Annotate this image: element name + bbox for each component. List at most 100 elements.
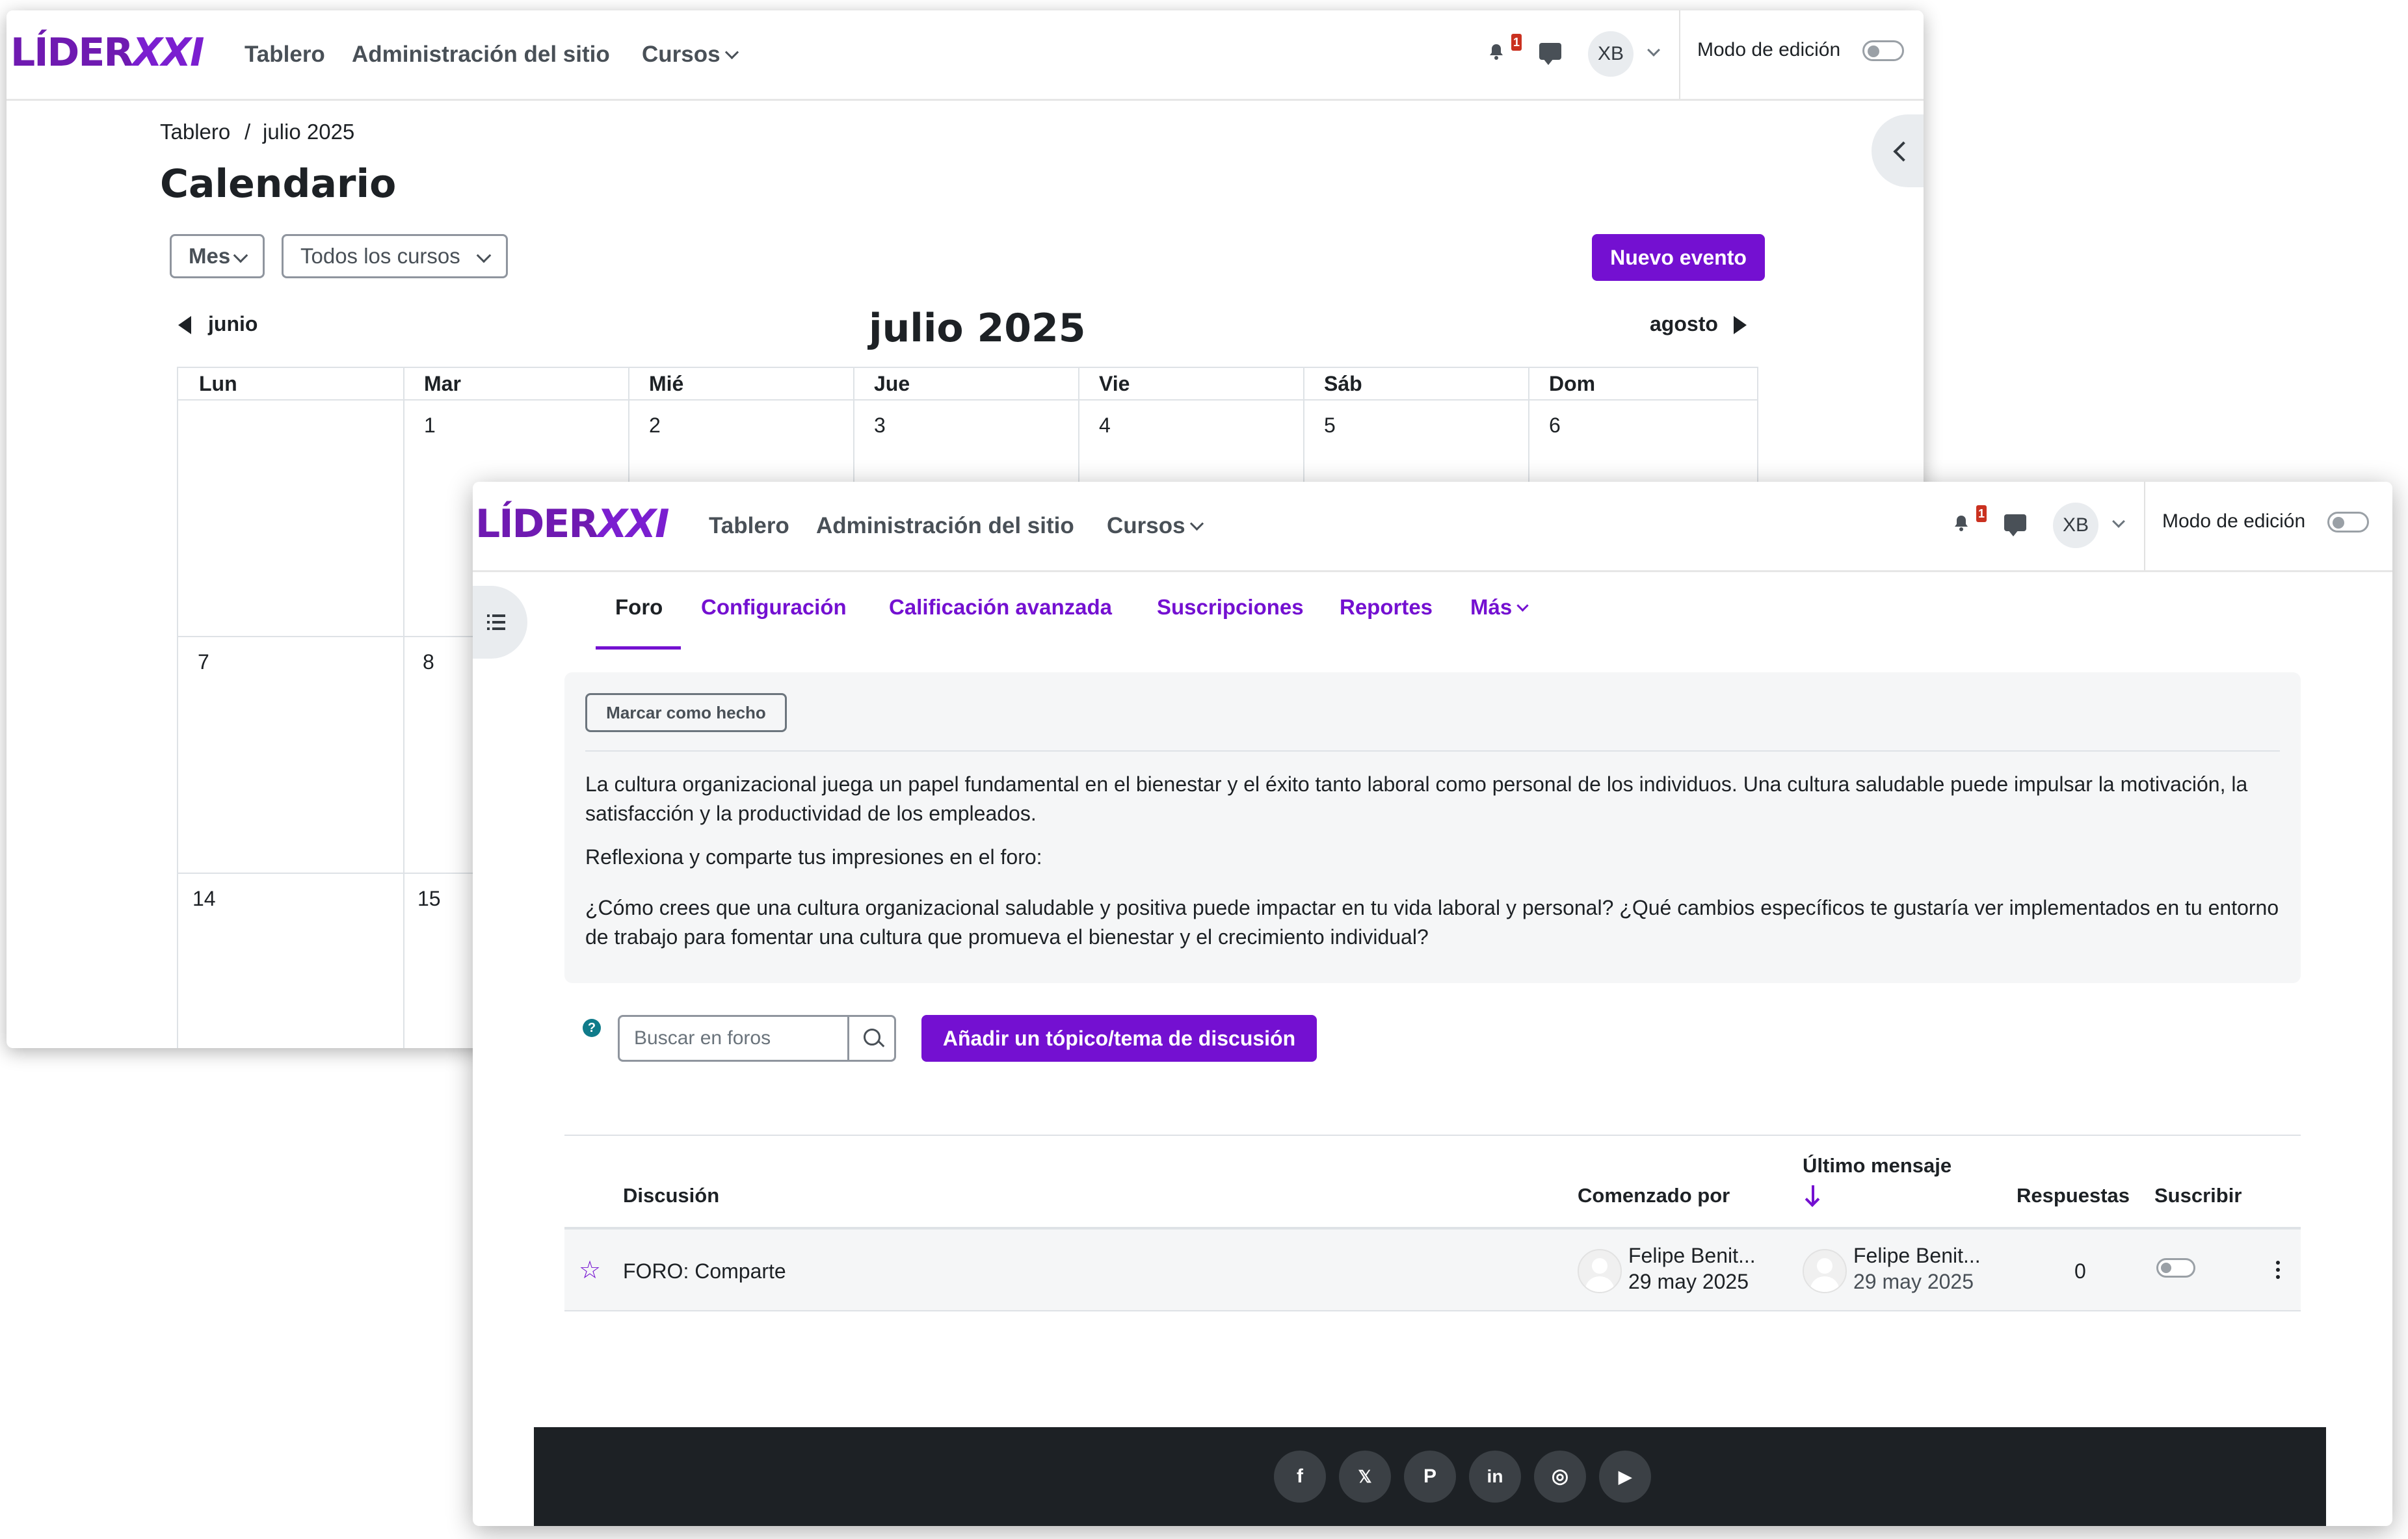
- intro-paragraph: Reflexiona y comparte tus impresiones en…: [585, 845, 1042, 869]
- youtube-icon[interactable]: ▶: [1599, 1451, 1651, 1503]
- weekday-header: Lun: [199, 372, 237, 395]
- table-row[interactable]: ☆ FORO: Comparte Felipe Benit... 29 may …: [564, 1230, 2301, 1310]
- search-input[interactable]: Buscar en foros: [618, 1015, 849, 1062]
- chat-icon[interactable]: [2004, 514, 2026, 536]
- tab-foro[interactable]: Foro: [615, 595, 663, 620]
- tab-reportes[interactable]: Reportes: [1340, 595, 1433, 620]
- chevron-down-icon[interactable]: [1647, 44, 1660, 57]
- nav-link-tablero[interactable]: Tablero: [245, 42, 325, 68]
- breadcrumb-current: julio 2025: [263, 120, 355, 144]
- weekday-header: Dom: [1549, 372, 1596, 395]
- edit-mode-label: Modo de edición: [2162, 510, 2306, 532]
- intro-divider: [585, 750, 2280, 752]
- calendar-day[interactable]: 4: [1099, 414, 1111, 438]
- weekday-header: Mar: [424, 372, 461, 395]
- next-month-arrow-icon[interactable]: [1734, 316, 1747, 334]
- edit-mode-toggle[interactable]: [2327, 512, 2369, 533]
- calendar-day[interactable]: 2: [649, 414, 661, 438]
- calendar-day[interactable]: 1: [424, 414, 436, 438]
- last-post-date[interactable]: 29 may 2025: [1853, 1270, 1974, 1294]
- search-button[interactable]: [849, 1015, 896, 1062]
- view-select[interactable]: Mes: [170, 234, 265, 278]
- chevron-down-icon: [476, 248, 492, 263]
- tab-mas[interactable]: Más: [1470, 595, 1529, 620]
- navbar: LÍDERXXI Tablero Administración del siti…: [473, 482, 2392, 572]
- add-topic-button[interactable]: Añadir un tópico/tema de discusión: [921, 1015, 1317, 1062]
- table-row-divider: [564, 1310, 2301, 1311]
- x-icon[interactable]: 𝕏: [1339, 1451, 1391, 1503]
- view-select-value: Mes: [189, 244, 231, 268]
- calendar-day[interactable]: 5: [1324, 414, 1336, 438]
- nav-link-tablero[interactable]: Tablero: [709, 513, 789, 539]
- calendar-day[interactable]: 6: [1549, 414, 1561, 438]
- calendar-day[interactable]: 7: [198, 650, 209, 674]
- chat-icon[interactable]: [1539, 43, 1561, 65]
- subscribe-toggle[interactable]: [2156, 1258, 2195, 1278]
- tab-configuracion[interactable]: Configuración: [701, 595, 847, 620]
- calendar-day[interactable]: 3: [874, 414, 886, 438]
- edit-mode-toggle[interactable]: [1862, 40, 1904, 61]
- started-by-name[interactable]: Felipe Benit...: [1628, 1244, 1756, 1268]
- navbar-divider: [2144, 482, 2145, 570]
- started-by-date: 29 may 2025: [1628, 1270, 1749, 1293]
- calendar-day[interactable]: 8: [423, 650, 434, 674]
- site-logo[interactable]: LÍDERXXI: [10, 30, 204, 75]
- chevron-left-icon: [1893, 141, 1914, 162]
- calendar-day[interactable]: 14: [192, 887, 216, 911]
- page-title: Calendario: [160, 161, 397, 207]
- pinterest-icon[interactable]: P: [1404, 1451, 1456, 1503]
- chevron-down-icon: [1516, 599, 1529, 612]
- last-post-name[interactable]: Felipe Benit...: [1853, 1244, 1981, 1268]
- site-logo[interactable]: LÍDERXXI: [475, 501, 669, 547]
- bell-icon[interactable]: [1953, 514, 1970, 531]
- col-header-discussion[interactable]: Discusión: [623, 1184, 719, 1207]
- col-header-subscribe: Suscribir: [2154, 1184, 2242, 1207]
- new-event-button[interactable]: Nuevo evento: [1592, 234, 1765, 281]
- search-icon: [864, 1029, 880, 1046]
- sort-desc-arrow-icon[interactable]: [1812, 1185, 1814, 1204]
- notification-badge: 1: [1511, 34, 1522, 51]
- nav-link-courses[interactable]: Cursos: [1107, 513, 1204, 539]
- nav-link-admin[interactable]: Administración del sitio: [816, 513, 1074, 539]
- help-icon[interactable]: ?: [583, 1019, 601, 1037]
- replies-count[interactable]: 0: [2074, 1259, 2086, 1283]
- edit-mode-label: Modo de edición: [1697, 39, 1841, 60]
- calendar-day[interactable]: 15: [417, 887, 441, 911]
- more-options-icon[interactable]: [2276, 1261, 2280, 1282]
- course-index-toggle[interactable]: [473, 586, 527, 659]
- block-drawer-toggle[interactable]: [1872, 114, 1924, 187]
- chevron-down-icon[interactable]: [2112, 515, 2125, 528]
- user-avatar[interactable]: XB: [1588, 31, 1634, 77]
- breadcrumb-tablero[interactable]: Tablero: [160, 120, 230, 144]
- list-icon: [487, 614, 505, 630]
- col-header-replies[interactable]: Respuestas: [2017, 1184, 2130, 1207]
- chevron-down-icon: [724, 45, 739, 60]
- nav-link-admin[interactable]: Administración del sitio: [352, 42, 610, 68]
- discussion-title[interactable]: FORO: Comparte: [623, 1259, 786, 1283]
- linkedin-icon[interactable]: in: [1469, 1451, 1521, 1503]
- forum-intro: Marcar como hecho La cultura organizacio…: [564, 672, 2301, 983]
- avatar: [1803, 1249, 1847, 1293]
- navbar-divider: [1679, 10, 1680, 99]
- mark-done-button[interactable]: Marcar como hecho: [585, 693, 787, 732]
- star-icon[interactable]: ☆: [579, 1258, 601, 1283]
- tab-calificacion-avanzada[interactable]: Calificación avanzada: [889, 595, 1112, 620]
- instagram-icon[interactable]: ◎: [1534, 1451, 1586, 1503]
- facebook-icon[interactable]: f: [1274, 1451, 1326, 1503]
- col-header-started-by[interactable]: Comenzado por: [1578, 1184, 1730, 1207]
- nav-link-courses[interactable]: Cursos: [642, 42, 739, 68]
- user-avatar[interactable]: XB: [2053, 503, 2098, 548]
- discussion-table: Discusión Comenzado por Último mensaje R…: [564, 1135, 2301, 1313]
- tab-mas-label: Más: [1470, 595, 1513, 619]
- avatar: [1578, 1249, 1622, 1293]
- chevron-down-icon: [233, 248, 248, 263]
- weekday-header: Sáb: [1324, 372, 1362, 395]
- course-select[interactable]: Todos los cursos: [282, 234, 508, 278]
- prev-month-link[interactable]: junio: [208, 312, 258, 336]
- tab-suscripciones[interactable]: Suscripciones: [1157, 595, 1304, 620]
- col-header-last-post[interactable]: Último mensaje: [1803, 1154, 1952, 1177]
- prev-month-arrow-icon[interactable]: [178, 316, 191, 334]
- bell-icon[interactable]: [1488, 43, 1505, 60]
- next-month-link[interactable]: agosto: [1650, 312, 1718, 336]
- weekday-header: Jue: [874, 372, 910, 395]
